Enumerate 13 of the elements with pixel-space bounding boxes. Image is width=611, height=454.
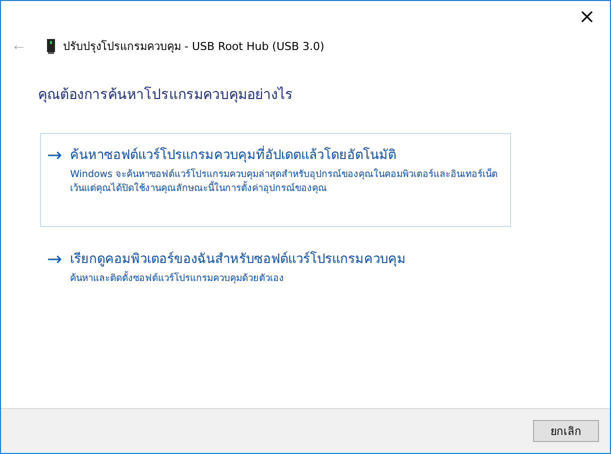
usb-device-icon (47, 38, 55, 54)
option-link[interactable]: → เรียกดูคอมพิวเตอร์ของฉันสำหรับซอฟต์แวร์โปรแกรมควบคุม ค้นหาและติดตั้งซอฟต์แวร์โปรแกรมควบคุมด้วยตัวเอง (40, 239, 511, 305)
window-title: ปรับปรุงโปรแกรมควบคุม - USB Root Hub (USB 3.0) (63, 39, 324, 55)
option-title: ค้นหาซอฟต์แวร์โปรแกรมควบคุมที่อัปเดตแล้วโดยอัตโนมัติ (70, 146, 502, 166)
option-description: ค้นหาและติดตั้งซอฟต์แวร์โปรแกรมควบคุมด้วยตัวเอง (70, 272, 286, 286)
arrow-icon: → (47, 250, 62, 290)
option-title: เรียกดูคอมพิวเตอร์ของฉันสำหรับซอฟต์แวร์โปรแกรมควบคุม (70, 250, 406, 269)
option-description: Windows จะค้นหาซอฟต์แวร์โปรแกรมควบคุมล่าสุดสำหรับอุปกรณ์ของคุณในคอมพิวเตอร์และอินเทอร์เน็ต เว้นแต่คุณได้ปิดใช้งานคุณลักษณะนี้ในการตั้งค่าอุปกรณ์ของคุณ (70, 168, 499, 196)
option-link[interactable] (40, 133, 511, 227)
arrow-icon: → (47, 146, 62, 212)
cancel-button[interactable]: ยกเลิก (533, 420, 599, 442)
page-heading: คุณต้องการค้นหาโปรแกรมควบคุมอย่างไร (38, 86, 294, 105)
close-button[interactable]: × (564, 1, 610, 31)
